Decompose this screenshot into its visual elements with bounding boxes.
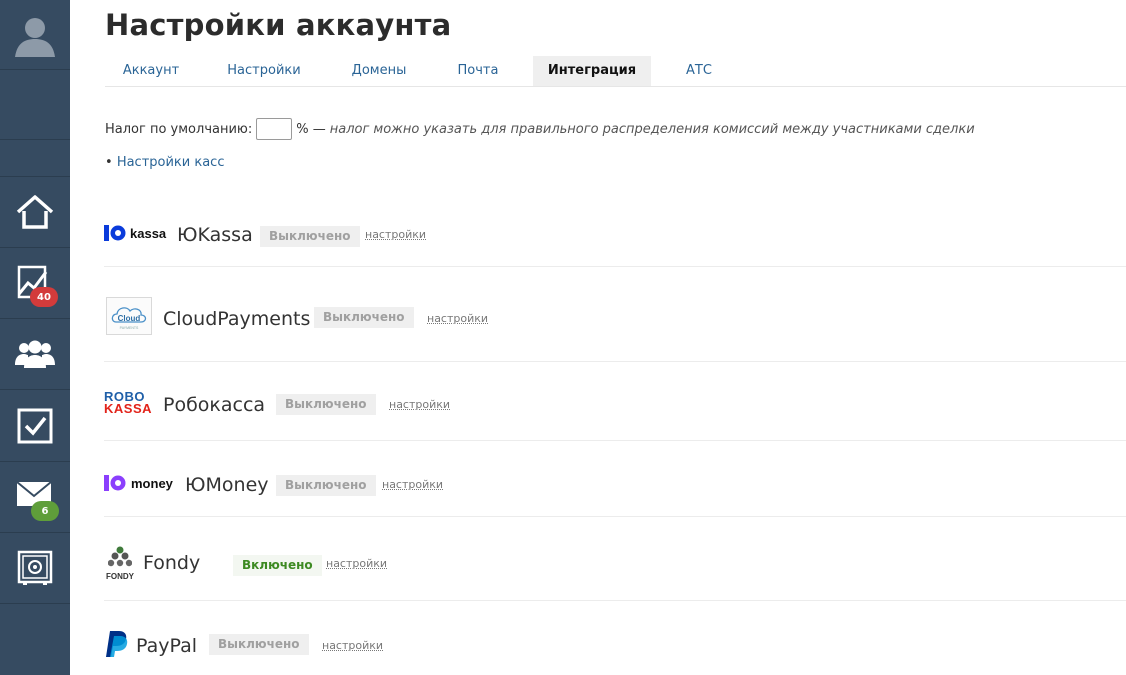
cloudpayments-settings-link[interactable]: настройки [427,312,488,325]
user-avatar-icon [15,17,55,57]
yoomoney-name: ЮMoney [185,474,269,496]
yoomoney-logo: money [104,475,173,491]
paypal-name: PayPal [136,635,198,657]
cash-register-settings-item: • Настройки касс [105,155,224,170]
default-tax-label: Налог по умолчанию: [105,121,253,137]
paypal-status-badge: Выключено [209,634,309,655]
integration-row-robokassa: ROBO KASSA Робокасса Выключено настройки [104,361,1126,441]
fondy-name: Fondy [143,552,201,574]
sidebar-item-contacts[interactable] [0,319,70,390]
tab-mail[interactable]: Почта [441,56,515,86]
sidebar: 40 6 [0,0,70,675]
fondy-logo-text: FONDY [106,572,134,581]
robokassa-settings-link[interactable]: настройки [389,398,450,411]
yookassa-logo: kassa [104,225,166,241]
yoomoney-settings-link[interactable]: настройки [382,478,443,491]
paypal-logo-icon [106,631,128,657]
cloudpayments-logo: Cloud PAYMENTS [106,297,152,335]
tab-domains[interactable]: Домены [337,56,421,86]
default-tax-input[interactable] [256,118,293,140]
sidebar-empty-slot [0,70,70,140]
yoomoney-logo-icon [104,475,126,491]
yoomoney-status-badge: Выключено [276,475,376,496]
cloudpayments-status-badge: Выключено [314,307,414,328]
paypal-logo [105,630,129,662]
checkbox-icon [17,408,53,443]
yoomoney-logo-text: money [131,475,173,491]
tab-settings[interactable]: Настройки [209,56,319,86]
default-tax-unit: % — [296,121,326,137]
cloudpayments-name: CloudPayments [163,308,311,330]
sidebar-item-finance[interactable] [0,533,70,604]
integration-row-paypal: PayPal Выключено настройки [104,600,1126,675]
sidebar-item-home[interactable] [0,177,70,248]
safe-icon [17,550,53,585]
tab-pbx[interactable]: АТС [673,56,725,86]
analytics-count-badge: 40 [30,287,58,307]
integration-row-cloudpayments: Cloud PAYMENTS CloudPayments Выключено н… [104,266,1126,362]
page-title: Настройки аккаунта [105,8,452,42]
integration-row-yookassa: kassa ЮKassa Выключено настройки [104,198,1126,267]
tab-integration[interactable]: Интеграция [533,56,651,86]
bullet: • [105,155,113,170]
robokassa-status-badge: Выключено [276,394,376,415]
fondy-status-badge: Включено [233,555,322,576]
users-icon [15,340,55,368]
yookassa-status-badge: Выключено [260,226,360,247]
robokassa-logo-bottom: KASSA [104,401,153,416]
home-icon [16,195,54,229]
robokassa-logo: ROBO KASSA [104,390,153,416]
fondy-settings-link[interactable]: настройки [326,557,387,570]
settings-tabs: Аккаунт Настройки Домены Почта Интеграци… [105,56,1126,87]
default-tax-row: Налог по умолчанию: % — налог можно указ… [105,116,975,142]
integration-row-yoomoney: money ЮMoney Выключено настройки [104,440,1126,517]
sidebar-item-analytics[interactable]: 40 [0,248,70,319]
cloud-icon: Cloud PAYMENTS [111,307,147,330]
yookassa-logo-text: kassa [130,225,167,241]
yookassa-logo-icon [104,225,126,241]
sidebar-empty-slot [0,140,70,177]
sidebar-item-mail[interactable]: 6 [0,462,70,533]
tab-account[interactable]: Аккаунт [105,56,197,86]
robokassa-name: Робокасса [163,394,266,416]
cloudpayments-logo-text: Cloud [118,314,141,323]
paypal-settings-link[interactable]: настройки [322,639,383,652]
yookassa-settings-link[interactable]: настройки [365,228,426,241]
fondy-logo: FONDY [104,546,136,581]
cash-register-settings-link[interactable]: Настройки касс [117,155,225,170]
sidebar-item-tasks[interactable] [0,390,70,462]
integration-row-fondy: FONDY Fondy Включено настройки [104,516,1126,601]
mail-count-badge: 6 [31,501,59,521]
cloudpayments-logo-subtext: PAYMENTS [120,326,139,330]
default-tax-note: налог можно указать для правильного расп… [329,121,975,137]
yookassa-name: ЮKassa [177,224,253,246]
user-avatar[interactable] [0,0,70,70]
fondy-logo-icon [107,546,133,567]
